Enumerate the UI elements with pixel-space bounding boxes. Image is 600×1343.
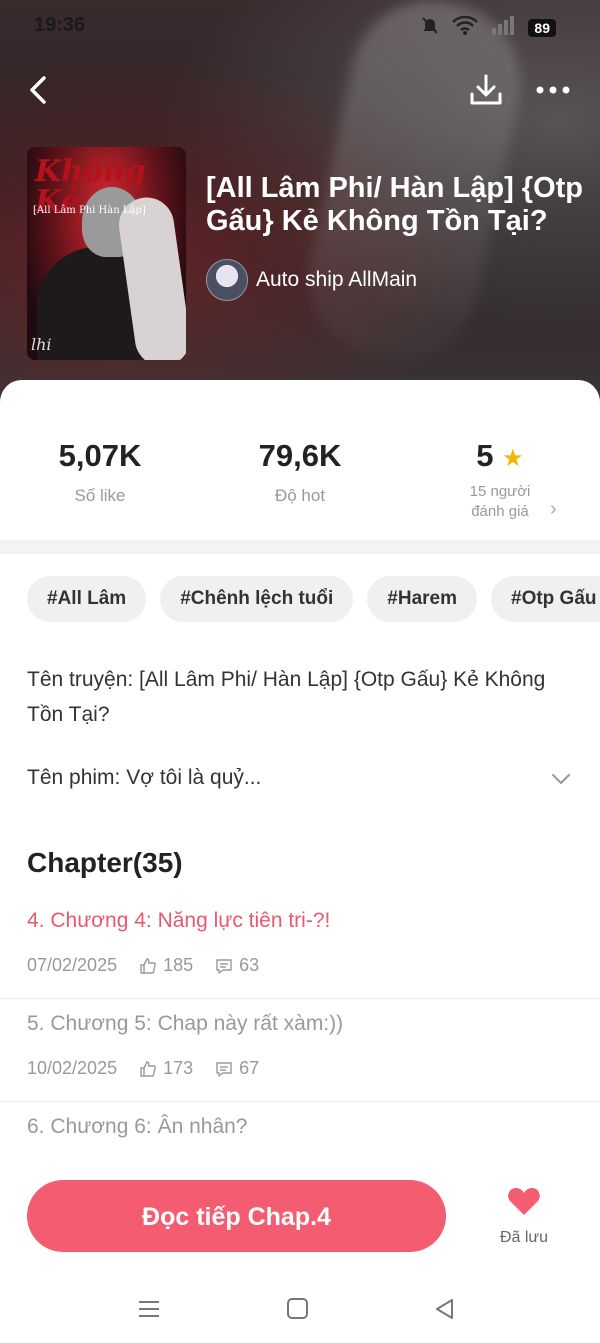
chapter-count-heading: Chapter(35) bbox=[27, 847, 183, 878]
signal-icon bbox=[490, 14, 516, 41]
rating-label-line-1: 15 người bbox=[469, 483, 531, 500]
hot-label: Độ hot bbox=[274, 486, 326, 505]
heart-icon bbox=[508, 1188, 540, 1215]
chapter-likes: 173 bbox=[163, 1058, 194, 1078]
stat-rating[interactable]: 5 ★ 15 người đánh giá bbox=[400, 438, 600, 522]
story-cover-image[interactable]: Không Kẻ [All Lâm Phi Hàn Lập] lhi bbox=[27, 147, 186, 360]
home-button[interactable] bbox=[285, 1296, 311, 1322]
chevron-right-icon[interactable]: › bbox=[550, 498, 557, 521]
chapter-title: 6. Chương 6: Ân nhân? bbox=[27, 1115, 248, 1138]
cover-subtitle: [All Lâm Phi Hàn Lập] bbox=[33, 205, 146, 216]
status-icons: 89 bbox=[420, 14, 556, 41]
thumbs-up-icon bbox=[140, 1060, 156, 1077]
saved-label: Đã lưu bbox=[499, 1229, 549, 1246]
chevron-down-icon bbox=[552, 774, 570, 784]
rating-count-label: 15 người đánh giá bbox=[400, 482, 600, 522]
star-icon: ★ bbox=[502, 445, 524, 472]
download-button[interactable] bbox=[466, 70, 506, 110]
hot-value: 79,6K bbox=[258, 438, 342, 473]
chapter-title: 4. Chương 4: Năng lực tiên tri-?! bbox=[27, 909, 331, 932]
square-icon bbox=[287, 1298, 308, 1319]
tag-chip[interactable]: #Harem bbox=[367, 576, 477, 622]
tag-chip[interactable]: #Chênh lệch tuổi bbox=[160, 576, 354, 622]
comment-icon bbox=[216, 1061, 232, 1077]
likes-label: Số like bbox=[74, 486, 126, 505]
film-name-text: Tên phim: Vợ tôi là quỷ... bbox=[27, 766, 262, 789]
author-avatar[interactable] bbox=[206, 259, 248, 301]
status-time: 19:36 bbox=[34, 14, 86, 36]
tag-chip[interactable]: #Otp Gấu bbox=[491, 576, 600, 622]
recent-apps-button[interactable] bbox=[136, 1296, 162, 1322]
story-header: 19:36 89 Không Kẻ [All Lâm Phi Hàn Lập] … bbox=[0, 0, 600, 420]
comment-icon bbox=[216, 958, 232, 974]
author-name[interactable]: Auto ship AllMain bbox=[256, 268, 417, 292]
stats-row: 5,07K Số like 79,6K Độ hot 5 ★ 15 người … bbox=[0, 380, 600, 540]
story-title: [All Lâm Phi/ Hàn Lập] {Otp Gấu} Kẻ Khôn… bbox=[206, 172, 584, 237]
more-dots-icon bbox=[536, 86, 570, 94]
chapter-title: 5. Chương 5: Chap này rất xàm:)) bbox=[27, 1012, 344, 1035]
tag-list: #All Lâm #Chênh lệch tuổi #Harem #Otp Gấ… bbox=[27, 576, 600, 622]
status-bar: 19:36 89 bbox=[0, 0, 600, 52]
stat-hot: 79,6K Độ hot bbox=[200, 438, 400, 506]
likes-value: 5,07K bbox=[58, 438, 142, 473]
system-back-button[interactable] bbox=[432, 1296, 458, 1322]
back-button[interactable] bbox=[22, 70, 62, 110]
chapter-comments: 63 bbox=[239, 955, 260, 975]
wifi-icon bbox=[452, 15, 479, 40]
bell-muted-icon bbox=[420, 15, 440, 40]
story-name-text: Tên truyện: [All Lâm Phi/ Hàn Lập] {Otp … bbox=[27, 668, 546, 726]
chapter-item[interactable]: 4. Chương 4: Năng lực tiên tri-?! 07/02/… bbox=[0, 895, 600, 999]
bottom-action-bar: Đọc tiếp Chap.4 Đã lưu bbox=[0, 1162, 600, 1282]
triangle-back-icon bbox=[436, 1299, 453, 1319]
menu-lines-icon bbox=[139, 1301, 159, 1317]
chapter-date: 10/02/2025 bbox=[27, 1058, 118, 1078]
download-icon bbox=[470, 74, 502, 105]
battery-indicator: 89 bbox=[528, 18, 556, 37]
rating-value-row: 5 ★ bbox=[400, 438, 600, 474]
system-navigation-bar bbox=[0, 1282, 600, 1343]
rating-label-line-2: đánh giá bbox=[471, 503, 529, 520]
chevron-left-icon bbox=[30, 76, 46, 104]
chapter-meta: 07/02/2025 185 63 bbox=[27, 955, 259, 976]
chapter-comments: 67 bbox=[239, 1058, 260, 1078]
rating-value: 5 bbox=[476, 438, 494, 473]
chapter-item[interactable]: 5. Chương 5: Chap này rất xàm:)) 10/02/2… bbox=[0, 998, 600, 1102]
chapter-meta: 10/02/2025 173 67 bbox=[27, 1058, 259, 1079]
stat-likes: 5,07K Số like bbox=[0, 438, 200, 506]
chapter-likes: 185 bbox=[163, 955, 194, 975]
more-options-button[interactable] bbox=[530, 70, 580, 110]
saved-button[interactable]: Đã lưu bbox=[490, 1186, 558, 1247]
chapter-date: 07/02/2025 bbox=[27, 955, 118, 975]
tag-chip[interactable]: #All Lâm bbox=[27, 576, 147, 622]
author-link[interactable]: Auto ship AllMain bbox=[206, 259, 417, 301]
continue-reading-button[interactable]: Đọc tiếp Chap.4 bbox=[27, 1180, 446, 1252]
thumbs-up-icon bbox=[140, 957, 156, 974]
expand-description-button[interactable] bbox=[550, 768, 572, 790]
section-divider bbox=[0, 540, 600, 554]
cover-signature: lhi bbox=[31, 335, 52, 354]
